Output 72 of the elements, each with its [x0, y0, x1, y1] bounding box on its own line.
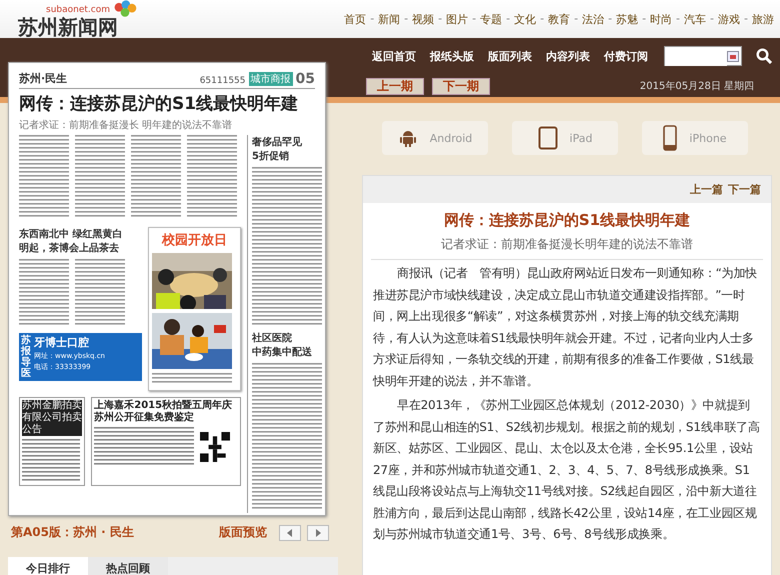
nav-link[interactable]: 游戏 — [718, 12, 740, 27]
date-label: 2015年05月28日 星期四 — [640, 80, 754, 93]
article-nav-link[interactable]: 上一篇 — [690, 182, 723, 197]
nav-separator: - — [710, 12, 714, 27]
preview-label: 版面预览 — [219, 524, 267, 541]
nav-separator: - — [540, 12, 544, 27]
issue-button[interactable]: 上一期 — [366, 78, 424, 94]
site-domain: subaonet.com — [46, 5, 110, 16]
article-paragraph: 商报讯（记者 管有明）昆山政府网站近日发布一则通知称：“为加快推进苏昆沪市域快线建设，决定成立昆山市轨道交通建设指挥部。”一时间，网上出现很多“解读”，对这条横贯苏州，对接上海的轨交线充满期待，有人认为这意味着S1线最快明年就会开建。不过，记者向业内人士多方求证后得知，一条轨交线的开建，前期有很多的准备工作要做，S1线最快明年开建的说法，并不靠谱。 — [373, 265, 758, 390]
tab[interactable]: 今日排行 — [8, 557, 88, 575]
nav-link[interactable]: 文化 — [514, 12, 536, 27]
search-field[interactable] — [664, 46, 742, 66]
toolbar-link[interactable]: 版面列表 — [488, 48, 532, 64]
nav-link[interactable]: 苏魅 — [616, 12, 638, 27]
nav-separator: - — [676, 12, 680, 27]
nav-separator: - — [608, 12, 612, 27]
toolbar-link[interactable]: 付费订阅 — [604, 48, 648, 64]
article-nav-link[interactable]: 下一篇 — [728, 182, 761, 197]
nav-separator: - — [744, 12, 748, 27]
page-section: 苏州·民生 — [19, 71, 68, 86]
nav-separator: - — [404, 12, 408, 27]
nav-link[interactable]: 时尚 — [650, 12, 672, 27]
nav-separator: - — [370, 12, 374, 27]
notice-title: 苏州金鹏拍卖有限公司拍卖公告 — [22, 400, 82, 436]
nav-link[interactable]: 图片 — [446, 12, 468, 27]
next-page-button[interactable] — [307, 524, 329, 540]
nav-link[interactable]: 教育 — [548, 12, 570, 27]
toolbar-link[interactable]: 报纸头版 — [430, 48, 474, 64]
nav-separator: - — [472, 12, 476, 27]
text-lines-drawing — [22, 439, 80, 483]
nav-link[interactable]: 旅游 — [752, 12, 774, 27]
nav-separator: - — [506, 12, 510, 27]
phone-number: 65111555 — [200, 76, 246, 86]
page-label: 第A05版：苏州 · 民生 — [11, 524, 134, 541]
nav-link[interactable]: 汽车 — [684, 12, 706, 27]
phone-icon — [663, 125, 678, 151]
issue-button[interactable]: 下一期 — [432, 78, 490, 94]
page-number: 05 — [296, 72, 315, 86]
toolbar-link[interactable]: 内容列表 — [546, 48, 590, 64]
newspaper-deck: 记者求证：前期准备挺漫长 明年建的说法不靠谱 — [19, 118, 234, 132]
story-headline: 东西南北中 绿红黑黄白 明起，茶博会上品茶去 — [19, 227, 124, 255]
qr-code-icon — [200, 432, 230, 462]
notice-title: 上海嘉禾2015秋拍暨五周年庆苏州公开征集免费鉴定 — [94, 400, 234, 424]
nav-link[interactable]: 视频 — [412, 12, 434, 27]
nav-link[interactable]: 首页 — [344, 12, 366, 27]
search-icon[interactable] — [756, 48, 772, 64]
tab[interactable]: 热点回顾 — [88, 557, 168, 575]
sidebar-headline: 奢侈品罕见 5折促销 — [252, 136, 303, 163]
paper-name: 城市商报 — [248, 72, 293, 86]
sidebar-headline: 社区医院 中药集中配送 — [252, 332, 313, 359]
nav-separator: - — [642, 12, 646, 27]
android-robot-icon — [398, 128, 418, 148]
nav-separator: - — [438, 12, 442, 27]
ad-vertical-label: 苏报导医 — [21, 335, 31, 379]
article-paragraph: 早在2013年，《苏州工业园区总体规划（2012-2030）》中就提到了苏州和昆山相连的S1、S2线初步规划。根据之前的规划，S1线串联了高新区、姑苏区、工业园区、昆山、太仓以及太仓港，全长95.1公里，设站27座，并和苏州城市轨道交通1、2、3、4、5、7、8号线形成换乘。S1线昆山段将设站点与上海轨交11号线对接。S2线起自园区，沿中新大道往胜浦方向，最后到达昆山南部，线路长42公里，设站14座，在工业园区规划与苏州城市轨道交通1号、3号、6号、8号线形成换乘。 — [373, 397, 761, 543]
previous-page-button[interactable] — [279, 524, 301, 540]
nav-separator: - — [574, 12, 578, 27]
article-subtitle: 记者求证：前期准备挺漫长明年建的说法不靠谱 — [371, 236, 763, 260]
right-triangle-icon — [315, 528, 321, 536]
tablet-icon — [538, 126, 558, 150]
calendar-icon[interactable] — [727, 50, 739, 62]
left-triangle-icon — [287, 528, 293, 536]
newspaper-headline: 网传：连接苏昆沪的S1线最快明年建 — [19, 93, 300, 115]
photo-box-title: 校园开放日 — [160, 232, 228, 249]
ad-brand: 牙博士口腔 — [34, 335, 90, 350]
site-name[interactable]: 苏州新闻网 — [18, 16, 118, 38]
nav-link[interactable]: 新闻 — [378, 12, 400, 27]
flower-logo-icon — [112, 0, 138, 18]
nav-link[interactable]: 专题 — [480, 12, 502, 27]
nav-link[interactable]: 法治 — [582, 12, 604, 27]
toolbar-link[interactable]: 返回首页 — [372, 48, 416, 64]
article-title: 网传：连接苏昆沪的S1线最快明年建 — [442, 211, 692, 230]
